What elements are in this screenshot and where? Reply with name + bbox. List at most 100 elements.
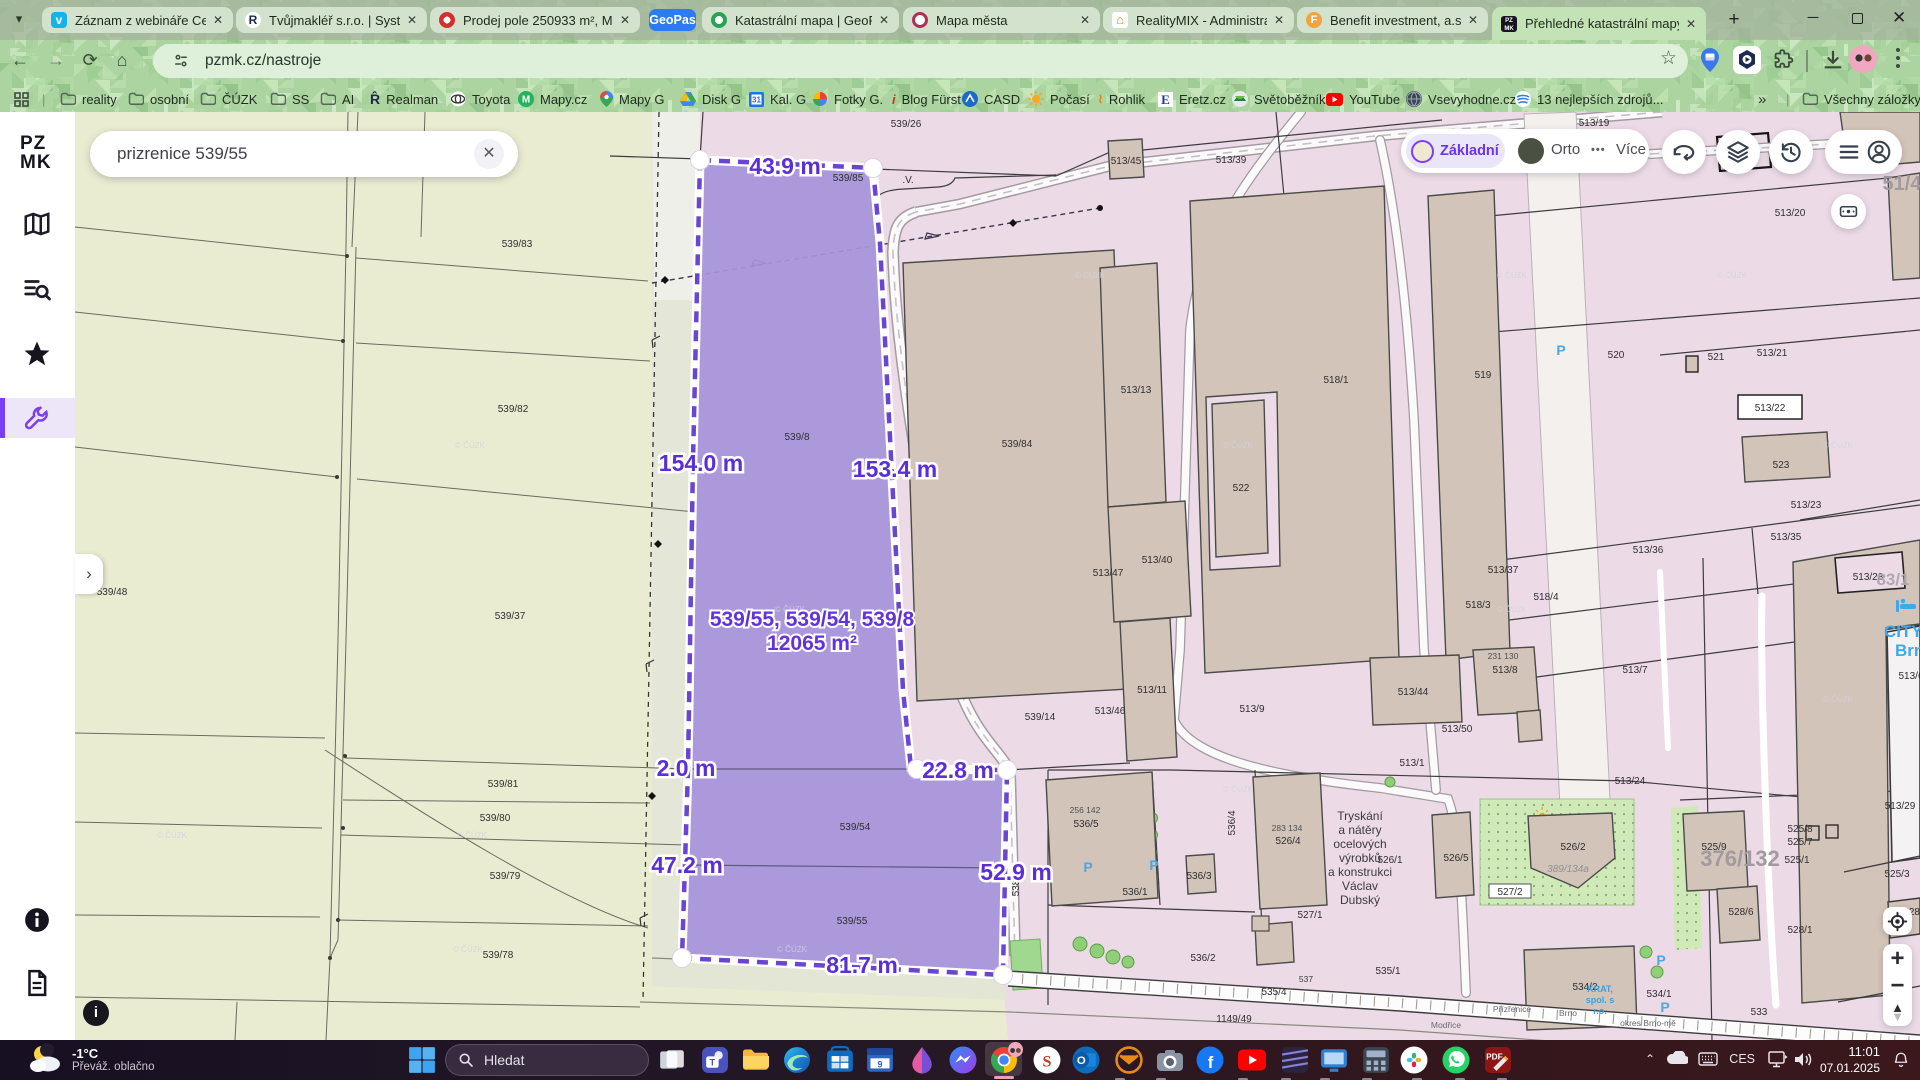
svg-text:513/22: 513/22	[1755, 403, 1786, 414]
svg-text:521: 521	[1708, 352, 1725, 363]
svg-text:513/6: 513/6	[1898, 671, 1920, 682]
svg-text:518/1: 518/1	[1323, 375, 1348, 386]
svg-text:539/26: 539/26	[891, 119, 922, 130]
svg-text:S: S	[1043, 1053, 1052, 1070]
svg-text:536/2: 536/2	[1190, 953, 1215, 964]
svg-text:536/5: 536/5	[1073, 819, 1098, 830]
svg-text:389/134a: 389/134a	[1547, 864, 1589, 875]
svg-text:513/45: 513/45	[1111, 156, 1142, 167]
svg-text:539/84: 539/84	[1002, 439, 1033, 450]
svg-text:376/132: 376/132	[1700, 846, 1780, 871]
svg-text:513/19: 513/19	[1579, 118, 1610, 129]
svg-text:526/2: 526/2	[1560, 842, 1585, 853]
svg-text:513/9: 513/9	[1239, 704, 1264, 715]
svg-text:52.9 m: 52.9 m	[980, 859, 1052, 885]
svg-text:spol. s: spol. s	[1586, 995, 1615, 1005]
svg-text:539/37: 539/37	[495, 611, 526, 622]
svg-text:© ČÚZK: © ČÚZK	[1223, 785, 1254, 794]
svg-text:153.4 m: 153.4 m	[853, 456, 937, 482]
svg-text:12065 m²: 12065 m²	[767, 632, 857, 655]
svg-text:539/14: 539/14	[1025, 712, 1056, 723]
svg-text:P: P	[1556, 342, 1565, 358]
svg-text:539/78: 539/78	[483, 950, 514, 961]
svg-text:528/6: 528/6	[1728, 907, 1753, 918]
svg-text:P: P	[1656, 952, 1665, 968]
svg-text:513/50: 513/50	[1442, 724, 1473, 735]
svg-text:513/24: 513/24	[1615, 776, 1646, 787]
svg-text:527/2: 527/2	[1497, 887, 1522, 898]
svg-text:Václav: Václav	[1342, 879, 1378, 893]
svg-text:527/1: 527/1	[1297, 910, 1322, 921]
svg-text:518/4: 518/4	[1533, 592, 1558, 603]
svg-text:537: 537	[1299, 974, 1313, 984]
svg-text:83/1: 83/1	[1876, 570, 1909, 589]
svg-text:523: 523	[1773, 460, 1790, 471]
svg-text:539/81: 539/81	[488, 779, 519, 790]
svg-text:513/21: 513/21	[1757, 348, 1788, 359]
svg-text:513/46: 513/46	[1095, 706, 1126, 717]
svg-text:E: E	[1161, 92, 1170, 107]
svg-text:r.o.: r.o.	[1593, 1006, 1607, 1016]
svg-text:CITY: CITY	[1884, 622, 1920, 641]
svg-text:256 142: 256 142	[1070, 805, 1101, 815]
svg-text:P: P	[1149, 857, 1158, 873]
svg-text:283 134: 283 134	[1272, 823, 1303, 833]
svg-text:535/1: 535/1	[1375, 966, 1400, 977]
svg-text:a konstrukci: a konstrukci	[1328, 865, 1392, 879]
svg-text:okres Brno-mě: okres Brno-mě	[1620, 1018, 1676, 1028]
svg-text:T: T	[710, 1058, 716, 1068]
svg-text:a nátěry: a nátěry	[1338, 823, 1381, 837]
svg-text:KRAT,: KRAT,	[1587, 984, 1613, 994]
svg-text:f: f	[1208, 1053, 1214, 1072]
svg-text:Brn: Brn	[1895, 641, 1920, 660]
svg-text:525/3: 525/3	[1884, 869, 1909, 880]
svg-text:47.2 m: 47.2 m	[651, 852, 723, 878]
svg-text:22.8 m: 22.8 m	[922, 757, 994, 783]
svg-text:© ČÚZK: © ČÚZK	[1823, 695, 1854, 704]
svg-text:539/54: 539/54	[840, 822, 871, 833]
svg-text:51/4: 51/4	[1883, 173, 1920, 195]
svg-text:539/85: 539/85	[833, 173, 864, 184]
svg-text:Modřice: Modřice	[1431, 1020, 1462, 1030]
svg-text:81.7 m: 81.7 m	[826, 952, 898, 978]
svg-text:231 130: 231 130	[1488, 651, 1519, 661]
svg-text:522: 522	[1233, 483, 1250, 494]
svg-text:533: 533	[1751, 1007, 1768, 1018]
svg-text:1149/49: 1149/49	[1216, 1014, 1252, 1025]
svg-text:520: 520	[1608, 350, 1625, 361]
svg-text:513/47: 513/47	[1093, 568, 1124, 579]
svg-text:31: 31	[752, 95, 761, 104]
svg-text:513/13: 513/13	[1121, 385, 1152, 396]
svg-text:© ČÚZK: © ČÚZK	[1497, 605, 1528, 614]
svg-text:M: M	[522, 95, 530, 106]
svg-text:2.0 m: 2.0 m	[657, 755, 716, 781]
svg-text:539/48: 539/48	[97, 587, 128, 598]
svg-text:513/44: 513/44	[1398, 687, 1429, 698]
svg-text:513/20: 513/20	[1775, 208, 1806, 219]
svg-text:513/39: 513/39	[1216, 155, 1247, 166]
svg-text:518/3: 518/3	[1465, 600, 1490, 611]
svg-text:539/82: 539/82	[498, 404, 529, 415]
svg-text:526/4: 526/4	[1275, 836, 1300, 847]
svg-text:513/37: 513/37	[1488, 565, 1519, 576]
svg-text:P: P	[1083, 859, 1092, 875]
svg-text:154.0 m: 154.0 m	[659, 450, 743, 476]
svg-text:© ČÚZK: © ČÚZK	[1717, 271, 1748, 280]
svg-text:43.9 m: 43.9 m	[749, 153, 821, 179]
svg-text:513/23: 513/23	[1791, 500, 1822, 511]
svg-text:513/1: 513/1	[1399, 758, 1424, 769]
svg-text:513/11: 513/11	[1137, 685, 1167, 696]
svg-text:© ČÚZK: © ČÚZK	[157, 831, 188, 840]
svg-text:536/1: 536/1	[1122, 887, 1147, 898]
svg-text:513/8: 513/8	[1492, 665, 1517, 676]
svg-text:526/5: 526/5	[1443, 853, 1468, 864]
svg-text:513/29: 513/29	[1885, 801, 1916, 812]
svg-text:513/35: 513/35	[1771, 532, 1802, 543]
svg-text:Dubský: Dubský	[1340, 893, 1380, 907]
svg-text:© ČÚZK: © ČÚZK	[1223, 441, 1254, 450]
svg-text:539/55: 539/55	[837, 916, 868, 927]
svg-text:výrobků: výrobků	[1339, 851, 1381, 865]
svg-text:© ČÚZK: © ČÚZK	[457, 831, 488, 840]
svg-text:© ČÚZK: © ČÚZK	[1075, 271, 1106, 280]
svg-text:Tryskání: Tryskání	[1337, 809, 1383, 823]
